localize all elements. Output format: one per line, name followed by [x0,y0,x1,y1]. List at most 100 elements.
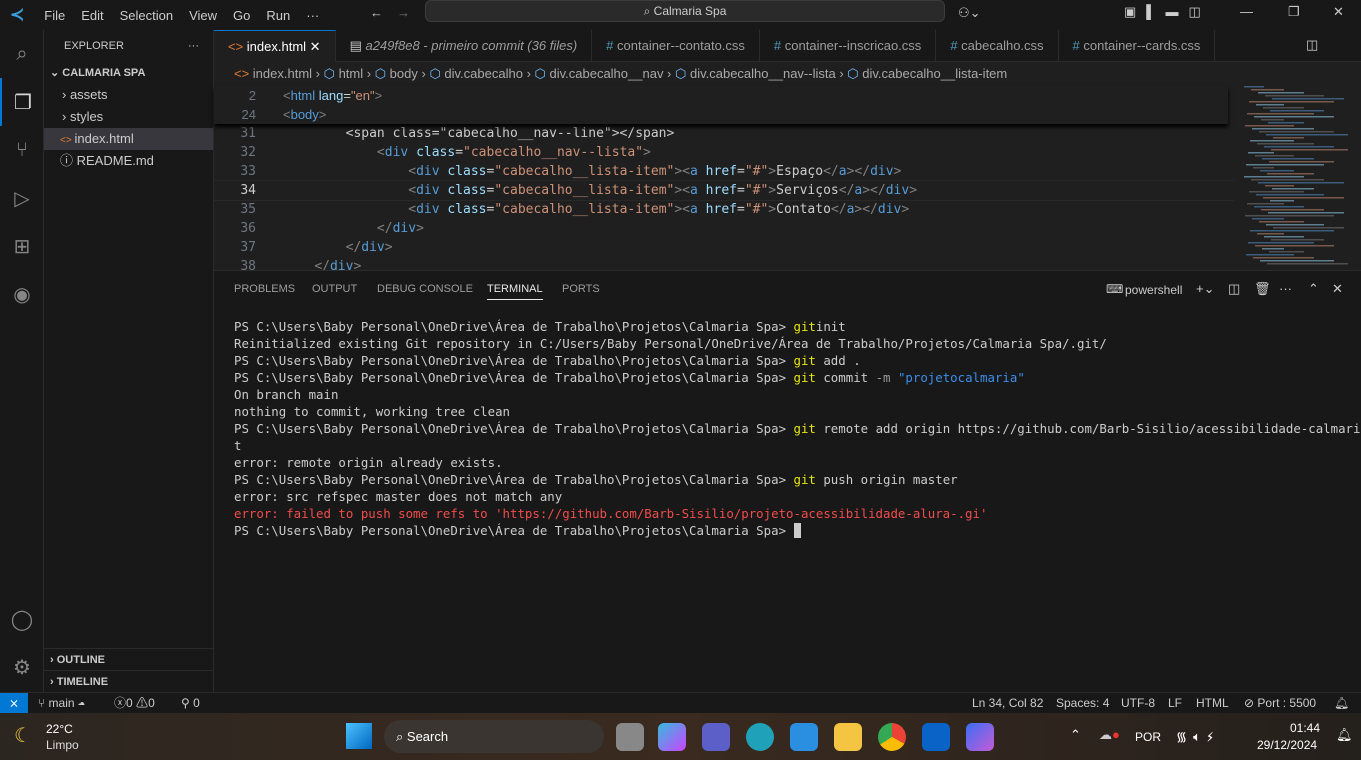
menu-go[interactable]: Go [225,8,258,23]
encoding[interactable]: UTF-8 [1121,693,1155,713]
start-windows-icon[interactable] [346,723,372,749]
terminal-shell-label[interactable]: powershell [1125,283,1182,297]
input-language[interactable]: POR [1135,730,1161,744]
vscode-icon[interactable] [790,723,818,751]
clock-date[interactable]: 29/12/2024 [1257,738,1317,752]
forward-arrow-icon[interactable]: → [397,5,410,20]
breadcrumb-item[interactable]: div.cabecalho__nav [549,66,663,81]
tab-a249f8e8-primeiro-commit-36-files-[interactable]: ▤ a249f8e8 - primeiro commit (36 files) [336,30,593,62]
maximize-panel-icon[interactable]: ⌃ [1308,281,1319,297]
breadcrumb-item[interactable]: div.cabecalho [444,66,523,81]
layout-icons[interactable]: ▣▌▬◫ [1124,4,1211,20]
menu-selection[interactable]: Selection [112,8,181,23]
menu-view[interactable]: View [181,8,225,23]
tab-container-inscricao-css[interactable]: # container--inscricao.css [760,30,937,62]
tab-cabecalho-css[interactable]: # cabecalho.css [936,30,1059,62]
file-tree-item[interactable]: › assets [44,84,213,106]
outline-section[interactable]: › OUTLINE [44,648,213,670]
outlook-icon[interactable] [922,723,950,751]
source-control-icon[interactable]: ⑂ [0,126,44,174]
close-tab-icon[interactable]: ✕ [306,39,321,54]
tab-container-contato-css[interactable]: # container--contato.css [592,30,760,62]
minimize-button[interactable]: — [1240,4,1253,19]
split-editor-icon[interactable]: ◫ [1306,37,1318,53]
panel-tab-output[interactable]: OUTPUT [312,283,357,295]
minimap-line [1261,119,1284,121]
ports-indicator[interactable]: ⚲ 0 [181,693,200,713]
account-icon[interactable]: ◯ [0,595,44,643]
terminal-line: PS C:\Users\Baby Personal\OneDrive\Área … [234,369,1361,386]
chrome-icon[interactable] [878,723,906,751]
live-server-port[interactable]: ⊘ Port : 5500 [1244,693,1316,713]
timeline-section[interactable]: › TIMELINE [44,670,213,692]
weather-condition[interactable]: Limpo [46,738,79,752]
close-window-button[interactable]: ✕ [1333,4,1344,20]
title-bar: ≺ File Edit Selection View Go Run ··· ← → ⌕ Ca… [0,0,1361,30]
breadcrumb-item[interactable]: body [390,66,418,81]
panel-tab-terminal[interactable]: TERMINAL [487,283,543,300]
menu-[interactable]: ··· [298,8,327,23]
wifi-volume-battery-icons[interactable]: ᯾🔈︎⚡︎ [1176,727,1219,745]
cursor-position[interactable]: Ln 34, Col 82 [972,693,1043,713]
command-center-search[interactable]: ⌕ Calmaria Spa [425,0,945,22]
tab-container-cards-css[interactable]: # container--cards.css [1059,30,1216,62]
branch-indicator[interactable]: ⑂ main ☁ [38,693,85,713]
code-token: a [690,164,706,179]
project-folder[interactable]: ⌄ CALMARIA SPA [44,62,213,84]
menu-run[interactable]: Run [258,8,298,23]
taskbar-search[interactable]: ⌕ Search [384,720,604,753]
menu-edit[interactable]: Edit [73,8,111,23]
more-actions-icon[interactable]: ··· [188,30,199,62]
close-panel-icon[interactable]: ✕ [1332,281,1343,297]
back-arrow-icon[interactable]: ← [370,5,383,20]
kill-terminal-icon[interactable]: 🗑 [1254,281,1271,297]
settings-gear-icon[interactable]: ⚙ [0,643,44,691]
extensions-icon[interactable]: ⊞ [0,222,44,270]
weather-moon-icon[interactable]: ☾ [14,723,32,748]
split-terminal-icon[interactable]: ◫ [1228,281,1240,297]
notifications-bell-icon[interactable]: 🔔︎ [1334,693,1349,713]
panel-tab-problems[interactable]: PROBLEMS [234,283,295,295]
breadcrumb-item[interactable]: div.cabecalho__lista-item [862,66,1007,81]
minimap-line [1260,170,1294,172]
end-of-line[interactable]: LF [1168,693,1182,713]
restore-button[interactable]: ❐ [1288,4,1300,20]
file-tree-item[interactable]: › styles [44,106,213,128]
remote-indicator-icon[interactable]: ⨯ [0,693,28,713]
clock-time[interactable]: 01:44 [1290,721,1320,735]
edge-icon[interactable] [746,723,774,751]
language-mode[interactable]: HTML [1196,693,1229,713]
run-debug-icon[interactable]: ▷ [0,174,44,222]
indentation[interactable]: Spaces: 4 [1056,693,1109,713]
file-tree-item[interactable]: <> index.html [44,128,213,150]
onedrive-error-icon[interactable]: ☁● [1099,727,1120,743]
menu-file[interactable]: File [36,8,73,23]
breadcrumb-item[interactable]: html [339,66,364,81]
explorer-files-icon[interactable]: ❐ [0,78,44,126]
editor-tabs: <> index.html ✕ ▤ a249f8e8 - primeiro com… [214,30,1361,62]
teams-icon[interactable] [702,723,730,751]
panel-tab-debug-console[interactable]: DEBUG CONSOLE [377,283,473,295]
tab-label: cabecalho.css [961,38,1044,53]
breadcrumb-item[interactable]: div.cabecalho__nav--lista [690,66,836,81]
breadcrumb-item[interactable]: index.html [253,66,312,81]
new-terminal-icon[interactable]: +⌄ [1196,281,1214,297]
notifications-icon[interactable]: 🔔︎ [1336,727,1353,743]
problems-indicator[interactable]: ⓧ0 ⚠0 [114,693,155,713]
file-explorer-icon[interactable] [834,723,862,751]
file-tree-item[interactable]: ⓘ README.md [44,150,213,172]
edge-devtools-icon[interactable]: ◉ [0,270,44,318]
tab-index-html[interactable]: <> index.html ✕ [214,30,336,62]
copilot-icon[interactable] [658,723,686,751]
search-icon[interactable]: ⌕ [0,30,44,78]
show-hidden-icons-chevron[interactable]: ⌃ [1070,727,1081,743]
minimap[interactable] [1236,86,1348,270]
terminal-output[interactable]: PS C:\Users\Baby Personal\OneDrive\Área … [234,318,1361,539]
bottom-panel: PROBLEMS OUTPUT DEBUG CONSOLE TERMINAL PORTS… [214,270,1361,692]
weather-temp[interactable]: 22°C [46,722,73,736]
panel-tab-ports[interactable]: PORTS [562,283,600,295]
task-view-icon[interactable] [616,723,644,751]
copilot-icon[interactable]: ⚇⌄ [958,5,981,21]
more-icon[interactable]: ··· [1279,281,1292,296]
m365-icon[interactable] [966,723,994,751]
